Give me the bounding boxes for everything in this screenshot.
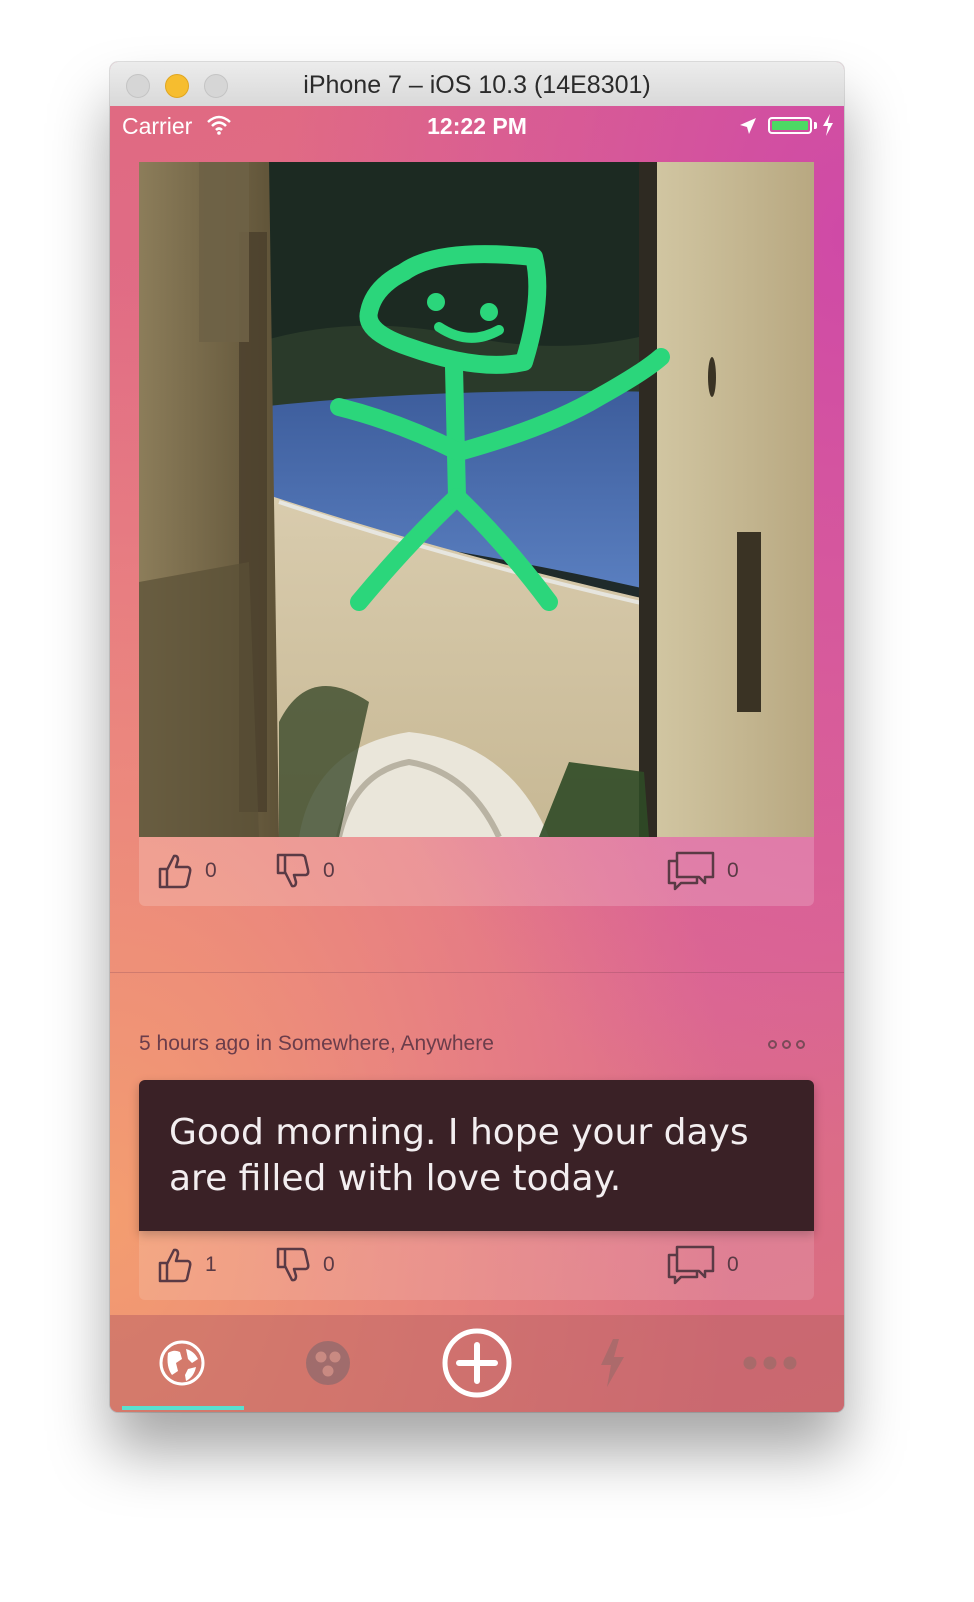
comment-button[interactable]: 0 — [667, 1245, 739, 1285]
comment-button[interactable]: 0 — [667, 851, 739, 891]
post-text: Good morning. I hope your days are fille… — [169, 1112, 749, 1199]
simulator-window: iPhone 7 – iOS 10.3 (14E8301) Carrier 12… — [110, 62, 844, 1412]
tab-activity[interactable] — [542, 1315, 682, 1410]
window-title: iPhone 7 – iOS 10.3 (14E8301) — [303, 71, 651, 99]
charging-bolt-icon — [823, 114, 833, 136]
tab-groups[interactable] — [258, 1315, 398, 1410]
like-button[interactable]: 0 — [157, 851, 217, 891]
window-titlebar: iPhone 7 – iOS 10.3 (14E8301) — [110, 62, 844, 107]
add-circle-icon — [442, 1328, 512, 1397]
post-more-options-button[interactable] — [768, 1040, 805, 1049]
comment-count: 0 — [727, 1253, 739, 1276]
tab-more[interactable] — [700, 1315, 840, 1410]
post-divider — [110, 972, 844, 973]
thumbs-up-icon — [158, 854, 192, 889]
comments-icon — [667, 851, 715, 891]
status-time: 12:22 PM — [427, 113, 527, 139]
post-photo[interactable] — [139, 162, 814, 837]
status-bar: Carrier 12:22 PM — [110, 106, 844, 146]
comments-icon — [667, 1245, 715, 1285]
tab-global[interactable] — [112, 1315, 252, 1410]
like-count: 1 — [205, 1253, 217, 1276]
dislike-count: 0 — [323, 859, 335, 882]
phone-screen: Carrier 12:22 PM 0 0 0 5 hours ago in So… — [110, 106, 844, 1412]
post-actions-bar: 0 0 0 — [139, 837, 814, 906]
tab-bar — [110, 1315, 844, 1412]
group-icon — [306, 1340, 350, 1385]
like-button[interactable]: 1 — [157, 1245, 217, 1285]
tab-new-post[interactable] — [407, 1315, 547, 1410]
post-meta: 5 hours ago in Somewhere, Anywhere — [139, 1032, 494, 1055]
dislike-button[interactable]: 0 — [275, 851, 335, 891]
lightning-icon — [601, 1338, 624, 1387]
location-arrow-icon — [740, 118, 756, 134]
battery-icon — [768, 117, 812, 134]
thumbs-up-icon — [158, 1248, 192, 1283]
dislike-count: 0 — [323, 1253, 335, 1276]
text-post-card[interactable]: Good morning. I hope your days are fille… — [139, 1080, 814, 1231]
thumbs-down-icon — [276, 853, 310, 888]
post-actions-bar: 1 0 0 — [139, 1231, 814, 1300]
globe-icon — [159, 1340, 205, 1385]
battery-nub — [814, 122, 817, 129]
thumbs-down-icon — [276, 1247, 310, 1282]
dislike-button[interactable]: 0 — [275, 1245, 335, 1285]
selected-tab-indicator — [122, 1406, 244, 1410]
beach-photo-image — [139, 162, 814, 837]
more-icon — [743, 1356, 797, 1369]
comment-count: 0 — [727, 859, 739, 882]
like-count: 0 — [205, 859, 217, 882]
